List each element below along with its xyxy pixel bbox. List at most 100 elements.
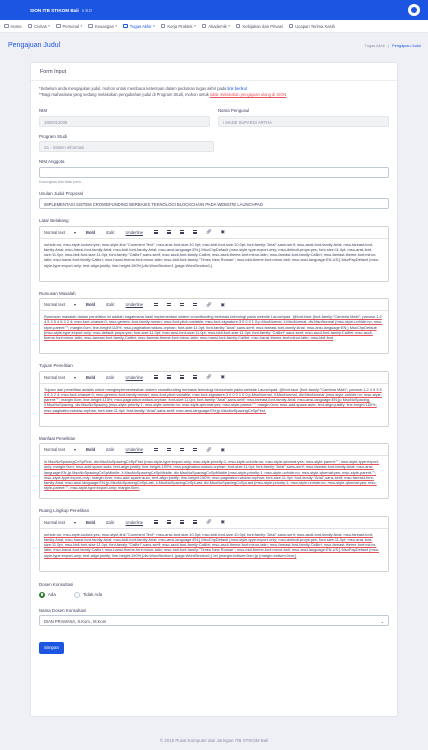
usulan-input[interactable]: IMPLEMENTASI SISTEM CROWDFUNDING BERBASI… [39,198,389,209]
indent-icon[interactable] [193,302,198,307]
numbered-list-icon[interactable] [167,302,172,307]
link-icon[interactable]: 🔗︎ [206,374,212,380]
indent-icon[interactable] [193,447,198,452]
app-version: v 8.0 [81,7,92,13]
top-bar: SION ITB STIKOM Bali v 8.0 [0,0,428,20]
italic-button[interactable]: Italic [106,302,114,307]
outdent-icon[interactable] [180,230,185,234]
underline-button[interactable]: Underline [126,230,144,235]
link-icon[interactable]: 🔗︎ [206,447,212,453]
indent-icon[interactable] [193,520,198,524]
nav-item-akademik[interactable]: Akademik ▾ [201,24,230,29]
nav-item-kerja-praktek[interactable]: Kerja Praktek ▾ [160,24,196,29]
numbered-list-icon[interactable] [167,520,172,524]
underline-button[interactable]: Underline [126,520,144,525]
image-icon[interactable]: ▣ [221,229,225,235]
breadcrumb-item-tugas-akhir[interactable]: Tugas Akhir [365,43,385,48]
rich-text-editor[interactable]: Normal text ▾ Bold Italic Underline 🔗︎ ▣ in.Mso… [39,443,389,499]
editor-content[interactable]: unhide:no; mso-style-locked:yes; mso-sty… [40,529,388,571]
nav-item-civitas[interactable]: Civitas ▾ [27,24,51,29]
image-icon[interactable]: ▣ [221,519,225,525]
editor-content[interactable]: Tujuan dari penelitian adalah untuk meng… [40,384,388,426]
bullet-list-icon[interactable] [154,447,159,452]
dosen-select[interactable]: DIAN PRAMANA, S.Kom., M.Kom ⌄ [39,615,389,626]
breadcrumb-item-current: Pengajuan Judul [392,42,421,48]
bold-button[interactable]: Bold [86,230,95,235]
change-title-note: **Bagi mahasiswa yang sedang melakukan p… [39,92,287,97]
italic-button[interactable]: Italic [106,447,114,452]
numbered-list-icon[interactable] [167,375,172,379]
italic-button[interactable]: Italic [106,520,114,525]
nav-item-ucapan-terima-kasih[interactable]: Ucapan Terima Kasih [288,24,335,29]
radio-ada[interactable]: Ada [39,591,56,598]
text-style-dropdown[interactable]: Normal text ▾ [44,230,76,235]
indent-icon[interactable] [193,375,198,379]
text-style-dropdown[interactable]: Normal text ▾ [44,375,76,380]
numbered-list-icon[interactable] [167,230,172,234]
image-icon[interactable]: ▣ [221,302,225,308]
chevron-down-icon: ⌄ [380,619,384,624]
guideline-link[interactable]: link berikut [227,86,247,91]
indent-icon[interactable] [193,230,198,234]
outdent-icon[interactable] [180,375,185,379]
link-icon[interactable]: 🔗︎ [206,519,212,525]
bold-button[interactable]: Bold [86,375,95,380]
bullet-list-icon[interactable] [154,375,159,379]
nav-item-personal[interactable]: Personal ▾ [56,24,82,29]
bullet-list-icon[interactable] [154,230,159,234]
main-nav: Home Civitas ▾ Personal ▾ Keuangan ▾ Tugas Akhi… [0,20,428,33]
nav-item-keuangan[interactable]: Keuangan ▾ [88,24,117,29]
form-title: Form Input [31,63,397,81]
prodi-field[interactable]: S1 - Sistem Informasi [39,141,214,152]
text-style-dropdown[interactable]: Normal text ▾ [44,447,76,452]
chevron-down-icon: ▾ [194,24,196,28]
bullet-list-icon[interactable] [154,520,159,524]
bullet-list-icon[interactable] [154,302,159,307]
bold-button[interactable]: Bold [86,302,95,307]
submit-button[interactable]: Simpan [39,641,64,654]
page-header: Pengajuan Judul Tugas Akhir | Pengajuan … [0,33,428,57]
numbered-list-icon[interactable] [167,447,172,452]
underline-button[interactable]: Underline [126,447,144,452]
editor-toolbar: Normal text ▾ Bold Italic Underline 🔗︎ ▣ [40,516,388,529]
chevron-down-icon: ▾ [48,24,51,28]
rich-text-editor[interactable]: Normal text ▾ Bold Italic Underline 🔗︎ ▣ Tujuan… [39,370,389,427]
rich-text-editor[interactable]: Normal text ▾ Bold Italic Underline 🔗︎ ▣ Rumusa… [39,298,389,354]
anggota-input[interactable] [39,166,389,178]
link-icon[interactable]: 🔗︎ [206,229,212,235]
underline-button[interactable]: Underline [126,302,144,307]
form-card: Form Input *Sebelum anda mengajukan judu… [30,62,398,717]
nav-item-home[interactable]: Home [4,24,22,29]
underline-button[interactable]: Underline [126,375,144,380]
editor-toolbar: Normal text ▾ Bold Italic Underline 🔗︎ ▣ [40,226,388,239]
editor-content[interactable]: in.MsoNoSpacingCxSpFirst, div.MsoNoSpaci… [40,456,388,498]
editor-label: Manfaat Penelitian [39,435,76,441]
bold-button[interactable]: Bold [86,447,95,452]
nim-field[interactable]: 1902012035 [39,115,210,127]
image-icon[interactable]: ▣ [221,374,225,380]
editor-content[interactable]: Rumusan masalah dalam penelitian ini ada… [40,311,388,353]
nama-dosen-label: Nama Dosen Konsultasi [39,607,87,613]
rich-text-editor[interactable]: Normal text ▾ Bold Italic Underline 🔗︎ ▣ unhide… [39,515,389,572]
italic-button[interactable]: Italic [106,230,114,235]
link-icon[interactable]: 🔗︎ [206,302,212,308]
text-style-dropdown[interactable]: Normal text ▾ [44,302,76,307]
app-title[interactable]: SION ITB STIKOM Bali v 8.0 [30,8,92,13]
nav-item-tugas-akhir[interactable]: Tugas Akhir ▾ [123,24,155,29]
outdent-icon[interactable] [180,447,185,452]
editor-label: Rumusan Masalah [39,290,76,296]
pengusul-field[interactable]: I MADE SUPARDI ARTHA [218,115,389,127]
editor-content[interactable]: unhide:no; mso-style-locked:yes; mso-sty… [40,239,388,281]
user-avatar[interactable] [408,4,420,16]
nav-item-kebijakan-dan-privasi[interactable]: Kebijakan dan Privasi [235,24,283,29]
radio-tidak-ada[interactable]: Tidak Ada [73,591,102,598]
nav-item-label: Keuangan [94,23,114,29]
text-style-dropdown[interactable]: Normal text ▾ [44,520,76,525]
italic-button[interactable]: Italic [106,375,114,380]
image-icon[interactable]: ▣ [221,447,225,453]
bold-button[interactable]: Bold [86,520,95,525]
book-icon [123,23,128,29]
outdent-icon[interactable] [180,302,185,307]
rich-text-editor[interactable]: Normal text ▾ Bold Italic Underline 🔗︎ ▣ unhide… [39,225,389,282]
outdent-icon[interactable] [180,520,185,524]
